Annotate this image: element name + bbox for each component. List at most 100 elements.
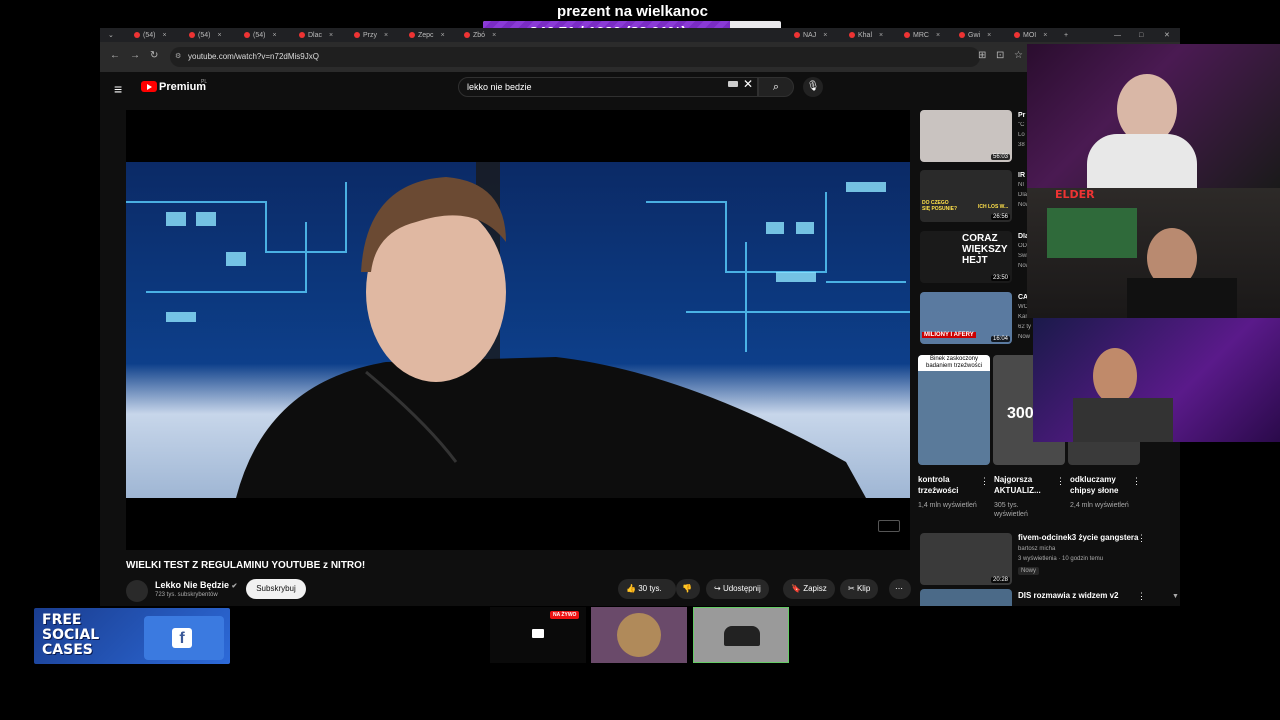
youtube-brand-text[interactable]: Premium — [159, 81, 206, 93]
channel-avatar[interactable] — [126, 580, 148, 602]
rec-thumb-text: ICH LOS W... — [978, 204, 1009, 210]
close-window-icon[interactable]: ✕ — [1160, 29, 1170, 41]
short-title-3[interactable]: odkluczamy chipsy słone — [1070, 474, 1132, 496]
short-thumbnail-1[interactable]: Binek zaskoczony badaniem trzeźwości — [918, 355, 990, 465]
browser-tab[interactable]: Zepc × — [405, 29, 445, 41]
rec-wide-thumbnail-2[interactable] — [920, 589, 1012, 606]
tab-close-icon[interactable]: × — [272, 32, 276, 39]
rec-wide-title-1[interactable]: fivem-odcinek3 życie gangstera — [1018, 533, 1139, 542]
address-bar[interactable]: ⚙ youtube.com/watch?v=n72dMis9JxQ — [170, 47, 980, 67]
tab-close-icon[interactable]: × — [162, 32, 166, 39]
tab-favicon-icon — [299, 32, 305, 38]
tab-label: NAJ — [803, 31, 817, 39]
cast-icon[interactable]: ⊡ — [996, 50, 1004, 61]
save-button[interactable]: 🔖 Zapisz — [783, 579, 835, 599]
more-dots-icon[interactable]: ⋮ — [980, 476, 989, 487]
tab-favicon-icon — [244, 32, 250, 38]
more-dots-icon[interactable]: ⋮ — [1137, 591, 1146, 602]
share-button[interactable]: ↪ Udostępnij — [706, 579, 769, 599]
site-info-icon[interactable]: ⚙ — [175, 47, 181, 67]
tab-close-icon[interactable]: × — [823, 32, 827, 39]
minimize-icon[interactable]: — — [1110, 29, 1121, 41]
reload-icon[interactable]: ↻ — [150, 50, 158, 61]
verified-icon: ✔ — [231, 583, 238, 590]
browser-tab[interactable]: (54) × — [130, 29, 167, 41]
alert-tiles: NA ŻYWO — [490, 607, 790, 663]
browser-tab[interactable]: (54) × — [240, 29, 277, 41]
new-tab-icon[interactable]: + — [1060, 29, 1068, 41]
car-tile — [693, 607, 789, 663]
keyboard-icon[interactable] — [728, 81, 738, 87]
tab-close-icon[interactable]: × — [492, 32, 496, 39]
channel-watermark[interactable] — [878, 520, 900, 532]
browser-tab[interactable]: MOI × — [1010, 29, 1047, 41]
more-actions-button[interactable]: ⋯ — [889, 579, 911, 599]
clear-search-icon[interactable]: ✕ — [743, 77, 753, 91]
rec-thumbnail-4[interactable]: MILIONY I AFERY 16:04 — [920, 292, 1012, 344]
hamburger-menu-icon[interactable]: ≡ — [114, 81, 122, 97]
tab-close-icon[interactable]: × — [936, 32, 940, 39]
browser-tab[interactable]: (54) × — [185, 29, 222, 41]
microphone-icon: 🎙 — [806, 81, 820, 92]
rec-wide-thumbnail-1[interactable]: 20:28 — [920, 533, 1012, 585]
tab-close-icon[interactable]: × — [879, 32, 883, 39]
more-dots-icon[interactable]: ⋮ — [1056, 476, 1065, 487]
voice-search-button[interactable]: 🎙 — [803, 77, 823, 97]
more-dots-icon[interactable]: ⋮ — [1132, 476, 1141, 487]
tab-favicon-icon — [1014, 32, 1020, 38]
facebook-box-graphic: f — [144, 616, 224, 660]
forward-icon[interactable]: → — [130, 50, 140, 61]
search-icon: ⌕ — [772, 81, 780, 93]
rec-wide-channel-1[interactable]: bartosz micha — [1018, 546, 1055, 552]
like-button[interactable]: 👍 30 tys. — [618, 579, 676, 599]
browser-tab[interactable]: Dlac × — [295, 29, 333, 41]
back-icon[interactable]: ← — [110, 50, 120, 61]
video-frame — [126, 162, 910, 498]
youtube-logo-icon[interactable] — [141, 81, 157, 92]
tab-favicon-icon — [354, 32, 360, 38]
channel-name[interactable]: Lekko Nie Będzie ✔ — [155, 580, 237, 590]
rec-thumbnail-3[interactable]: CORAZ WIĘKSZY HEJT 23:50 — [920, 231, 1012, 283]
translate-icon[interactable]: ⊞ — [978, 50, 986, 61]
rec-thumbnail-1[interactable]: 56:03 — [920, 110, 1012, 162]
dislike-button[interactable]: 👎 — [676, 579, 700, 599]
more-dots-icon[interactable]: ⋮ — [1137, 533, 1146, 544]
live-tile: NA ŻYWO — [490, 607, 586, 663]
scroll-down-arrow-icon[interactable]: ▼ — [1172, 593, 1179, 600]
tab-label: Przy — [363, 31, 377, 39]
clip-button[interactable]: ✂ Klip — [840, 579, 879, 599]
tab-favicon-icon — [849, 32, 855, 38]
free-cases-line: CASES — [42, 642, 93, 658]
video-duration: 56:03 — [990, 154, 1010, 160]
bookmark-star-icon[interactable]: ☆ — [1014, 50, 1023, 61]
search-button[interactable]: ⌕ — [758, 77, 794, 97]
video-duration: 26:56 — [990, 214, 1010, 220]
short-title-2[interactable]: Najgorsza AKTUALIZ... — [994, 474, 1054, 496]
rec-wide-title-2[interactable]: DIS rozmawia z widzem v2 — [1018, 591, 1118, 600]
browser-tab[interactable]: Gwi × — [955, 29, 991, 41]
browser-tab[interactable]: MRC × — [900, 29, 940, 41]
tab-close-icon[interactable]: × — [329, 32, 333, 39]
tab-favicon-icon — [189, 32, 195, 38]
search-input[interactable]: lekko nie bedzie — [458, 77, 758, 97]
tab-close-icon[interactable]: × — [441, 32, 445, 39]
maximize-icon[interactable]: □ — [1135, 29, 1143, 41]
subscribe-button[interactable]: Subskrybuj — [246, 579, 306, 599]
browser-tab[interactable]: Khal × — [845, 29, 883, 41]
browser-tab[interactable]: Przy × — [350, 29, 388, 41]
video-duration: 23:50 — [990, 275, 1010, 281]
channel-name-text[interactable]: Lekko Nie Będzie — [155, 580, 229, 590]
tab-close-icon[interactable]: × — [987, 32, 991, 39]
browser-tab[interactable]: Zbó × — [460, 29, 496, 41]
tab-list-button[interactable]: ⌄ — [104, 29, 114, 41]
tab-close-icon[interactable]: × — [217, 32, 221, 39]
rec-thumbnail-2[interactable]: DO CZEGO SIĘ POSUNIE? ICH LOS W... 26:56 — [920, 170, 1012, 222]
short-thumb-text: 300 — [1007, 405, 1034, 422]
tab-favicon-icon — [464, 32, 470, 38]
short-views-2: 305 tys. wyświetleń — [994, 502, 1028, 518]
tab-favicon-icon — [794, 32, 800, 38]
tab-close-icon[interactable]: × — [384, 32, 388, 39]
browser-tab[interactable]: NAJ × — [790, 29, 827, 41]
video-player[interactable] — [126, 110, 910, 550]
tab-close-icon[interactable]: × — [1043, 32, 1047, 39]
